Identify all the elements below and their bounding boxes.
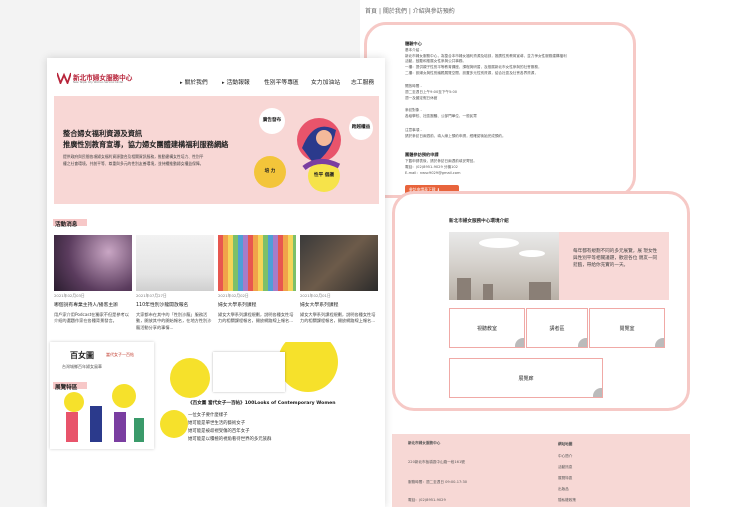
center-logo-icon[interactable] xyxy=(57,72,71,84)
room-reading[interactable]: 閱覽室 xyxy=(589,308,665,348)
news-card[interactable]: 2021年02月01日 婦女大學系列課程 婦女大學系列課程規劃，說明各種女性培力… xyxy=(300,235,378,338)
breadcrumb: 首頁 | 關於我們 | 介紹與參訪預約 xyxy=(365,8,455,15)
visit-card-title: 體驗中心 xyxy=(405,41,422,46)
exhibit-title: 《百女圖 當代女子一百帖》100Looks of Contemporary Wo… xyxy=(188,401,336,406)
news-image-pencils xyxy=(218,235,296,291)
footer-link[interactable]: 中心簡介 xyxy=(558,454,572,459)
news-image-plant xyxy=(136,235,214,291)
hero-banner: 整合婦女福利資源及資訊 推廣性別教育宣導，協力婦女團體建構福利服務網絡 提供政府… xyxy=(54,96,379,204)
news-card[interactable]: 2021年07月27日 110年性別沙龍開放報名 大家都市在其中的「性別沙龍」服… xyxy=(136,235,214,338)
apply-title: 團體參訪預約申請 xyxy=(405,152,439,157)
exhibit-section-title: 展覽特區 xyxy=(52,382,88,391)
nav-about[interactable]: 關於我們 xyxy=(180,77,208,86)
nav-volunteer[interactable]: 志工服務 xyxy=(351,77,374,86)
environment-description: 每年都有規劃不同的多元展覽，展 現女性與性別平等相關議題，歡迎各位 親友一同蒞臨… xyxy=(559,232,669,300)
hero-title-1: 整合婦女福利資源及資訊 xyxy=(63,129,143,138)
footer-link[interactable]: 活動訊息 xyxy=(558,465,572,470)
bubble-3: 培 力 xyxy=(254,156,286,188)
news-card[interactable]: 2021年02月03日 哪個說有專業主持人/播客主辦 用戶家介用Podcast在… xyxy=(54,235,132,338)
site-subtitle: New Taipei City Women Service Center xyxy=(73,81,124,84)
nav-women-power[interactable]: 女力加油站 xyxy=(311,77,340,86)
footer-link[interactable]: 隱私權政策 xyxy=(558,498,576,503)
footer: 新北市婦女服務中心 220新北市板橋區中山路一段161號 服務時間：週二至週日 … xyxy=(392,434,690,507)
breadcrumb-home[interactable]: 首頁 xyxy=(365,8,377,15)
room-exhibition[interactable]: 展覽廊 xyxy=(449,358,603,398)
exhibit-feature[interactable]: 《百女圖 當代女子一百帖》100Looks of Contemporary Wo… xyxy=(158,342,340,449)
breadcrumb-visit: 介紹與參訪預約 xyxy=(412,8,455,15)
exhibit-poster[interactable]: 百女圖 當代女子一百帖 台灣城鄉百年婦女風華 xyxy=(50,342,154,449)
nav-gender-equality[interactable]: 性別平等專區 xyxy=(264,77,299,86)
room-speaker-area[interactable]: 講者區 xyxy=(526,308,588,348)
news-card[interactable]: 2021年02月02日 婦女大學系列課程 婦女大學系列課程規劃，說明各種女性培力… xyxy=(218,235,296,338)
visit-info-card: 體驗中心 基本介紹 - 新北市婦女服務中心，為整合本市婦女福利資源及培訓，推廣性… xyxy=(364,22,636,198)
bubble-1: 廣告發布 xyxy=(259,108,285,134)
footer-link[interactable]: 展覽特區 xyxy=(558,476,572,481)
news-image-workshop xyxy=(300,235,378,291)
environment-card: 新北市婦女服務中心環境介紹 每年都有規劃不同的多元展覽，展 現女性與性別平等相關… xyxy=(392,191,690,411)
nav-events[interactable]: 活動報報 xyxy=(222,77,250,86)
exhibition-hall-photo xyxy=(449,232,559,300)
news-section-title: 活動消息 xyxy=(52,219,88,228)
exhibit-thumbnail xyxy=(213,352,285,392)
breadcrumb-about[interactable]: 關於我們 xyxy=(383,8,407,15)
footer-link[interactable]: 出版品 xyxy=(558,487,569,492)
room-av-classroom[interactable]: 視聽教室 xyxy=(449,308,525,348)
news-image-microphone xyxy=(54,235,132,291)
environment-title: 新北市婦女服務中心環境介紹 xyxy=(449,219,509,224)
hero-title-2: 推廣性別教育宣導，協力婦女團體建構福利服務網絡 xyxy=(63,140,229,149)
hero-illustration-icon xyxy=(297,118,341,171)
